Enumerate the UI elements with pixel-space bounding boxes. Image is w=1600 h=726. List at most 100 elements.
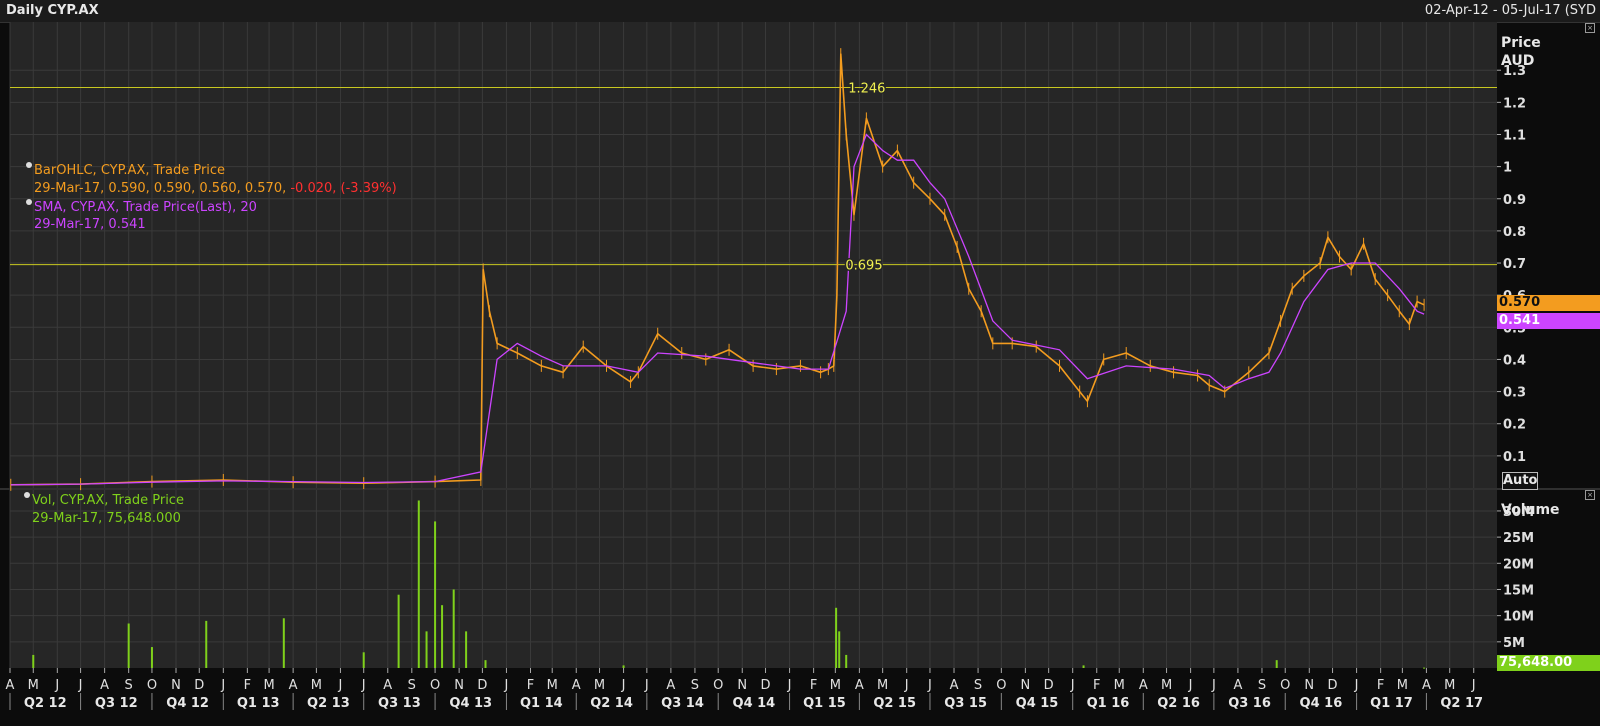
price-y-tick-label: 0.4 <box>1503 353 1526 368</box>
x-quarter-label: Q3 14 <box>661 696 704 711</box>
legend-volume-values: 29-Mar-17, 75,648.000 <box>32 511 181 526</box>
x-quarter-label: Q4 12 <box>166 696 209 711</box>
x-month-label: F <box>527 678 534 693</box>
x-month-label: F <box>244 678 251 693</box>
price-y-tick-label: 1.1 <box>1503 128 1526 143</box>
x-month-label: F <box>1093 678 1100 693</box>
x-month-label: M <box>1161 678 1172 693</box>
x-month-label: D <box>1328 678 1338 693</box>
x-month-label: O <box>147 678 157 693</box>
legend-sma-label[interactable]: SMA, CYP.AX, Trade Price(Last), 20 <box>26 199 257 215</box>
price-y-tick-label: 0.3 <box>1503 386 1526 401</box>
x-month-label: J <box>220 678 225 693</box>
volume-bar <box>484 660 487 668</box>
x-month-label: J <box>1211 678 1216 693</box>
x-month-label: O <box>430 678 440 693</box>
legend-settings-icon[interactable] <box>26 199 32 205</box>
x-month-label: J <box>54 678 59 693</box>
x-month-label: N <box>1021 678 1031 693</box>
horizontal-level-label: 0.695 <box>845 259 882 274</box>
volume-bar <box>465 631 468 668</box>
x-month-label: A <box>1422 678 1431 693</box>
price-y-tick-label: 1 <box>1503 161 1512 176</box>
volume-bar <box>417 500 420 668</box>
x-month-label: J <box>1188 678 1193 693</box>
x-quarter-label: Q3 16 <box>1228 696 1271 711</box>
price-y-tick-label: 0.2 <box>1503 418 1526 433</box>
x-month-label: D <box>761 678 771 693</box>
x-month-label: M <box>830 678 841 693</box>
auto-scale-button[interactable]: Auto <box>1502 472 1538 490</box>
legend-ohlc-values: 29-Mar-17, 0.590, 0.590, 0.560, 0.570, -… <box>34 181 397 196</box>
x-quarter-label: Q1 16 <box>1087 696 1130 711</box>
x-month-label: J <box>338 678 343 693</box>
volume-bar <box>835 607 838 668</box>
price-y-tick-label: 1.2 <box>1503 96 1526 111</box>
x-month-label: M <box>547 678 558 693</box>
x-month-label: J <box>787 678 792 693</box>
x-quarter-label: Q1 13 <box>237 696 280 711</box>
x-quarter-label: Q1 14 <box>520 696 563 711</box>
x-month-label: O <box>713 678 723 693</box>
x-month-label: O <box>996 678 1006 693</box>
panel-close-icon[interactable]: × <box>1585 490 1595 500</box>
volume-y-tick-label: 25M <box>1503 531 1534 546</box>
volume-bar <box>434 521 437 668</box>
x-quarter-label: Q2 15 <box>873 696 916 711</box>
volume-y-tick-label: 15M <box>1503 583 1534 598</box>
x-month-label: M <box>594 678 605 693</box>
x-month-label: A <box>383 678 392 693</box>
x-month-label: N <box>171 678 181 693</box>
legend-settings-icon[interactable] <box>24 492 30 498</box>
horizontal-level-label: 1.246 <box>848 82 885 97</box>
x-month-label: A <box>1233 678 1242 693</box>
x-month-label: M <box>263 678 274 693</box>
x-quarter-label: Q2 13 <box>307 696 350 711</box>
price-y-tick-label: 0.7 <box>1503 257 1526 272</box>
x-month-label: S <box>1258 678 1266 693</box>
panel-close-icon[interactable]: × <box>1585 23 1595 33</box>
legend-volume-label[interactable]: Vol, CYP.AX, Trade Price <box>24 492 184 508</box>
x-month-label: J <box>621 678 626 693</box>
legend-sma-values: 29-Mar-17, 0.541 <box>34 217 146 232</box>
legend-settings-icon[interactable] <box>26 162 32 168</box>
x-quarter-label: Q4 14 <box>733 696 776 711</box>
x-quarter-label: Q2 17 <box>1440 696 1483 711</box>
x-month-label: N <box>454 678 464 693</box>
volume-plot-area <box>10 490 1497 668</box>
x-quarter-label: Q3 15 <box>944 696 987 711</box>
x-month-label: J <box>1354 678 1359 693</box>
x-month-label: F <box>810 678 817 693</box>
x-month-label: J <box>644 678 649 693</box>
x-month-label: M <box>1114 678 1125 693</box>
volume-bar <box>622 665 625 668</box>
volume-bar <box>1423 667 1426 669</box>
x-month-label: N <box>1304 678 1314 693</box>
volume-bar <box>282 618 285 668</box>
x-month-label: J <box>361 678 366 693</box>
x-month-label: A <box>950 678 959 693</box>
x-quarter-label: Q3 13 <box>378 696 421 711</box>
x-month-label: A <box>572 678 581 693</box>
x-month-label: D <box>477 678 487 693</box>
volume-bar <box>127 623 130 668</box>
chart-canvas[interactable]: AMJJASONDJFMAMJJASONDJFMAMJJASONDJFMAMJJ… <box>0 0 1600 726</box>
volume-bar <box>425 631 428 668</box>
volume-bar <box>441 605 444 668</box>
x-month-label: S <box>125 678 133 693</box>
volume-bar <box>362 652 365 668</box>
x-month-label: S <box>691 678 699 693</box>
legend-ohlc-label[interactable]: BarOHLC, CYP.AX, Trade Price <box>26 162 225 178</box>
x-month-label: A <box>666 678 675 693</box>
x-month-label: J <box>1070 678 1075 693</box>
volume-bar <box>1275 660 1278 668</box>
x-month-label: D <box>1044 678 1054 693</box>
volume-bar <box>205 620 208 668</box>
volume-axis-title: Volume <box>1501 502 1560 518</box>
volume-bar <box>32 654 35 668</box>
x-month-label: M <box>877 678 888 693</box>
price-y-tick-label: 0.8 <box>1503 225 1526 240</box>
legend-ohlc-change: -0.020, (-3.39%) <box>290 181 397 196</box>
x-month-label: J <box>504 678 509 693</box>
x-quarter-label: Q2 16 <box>1157 696 1200 711</box>
